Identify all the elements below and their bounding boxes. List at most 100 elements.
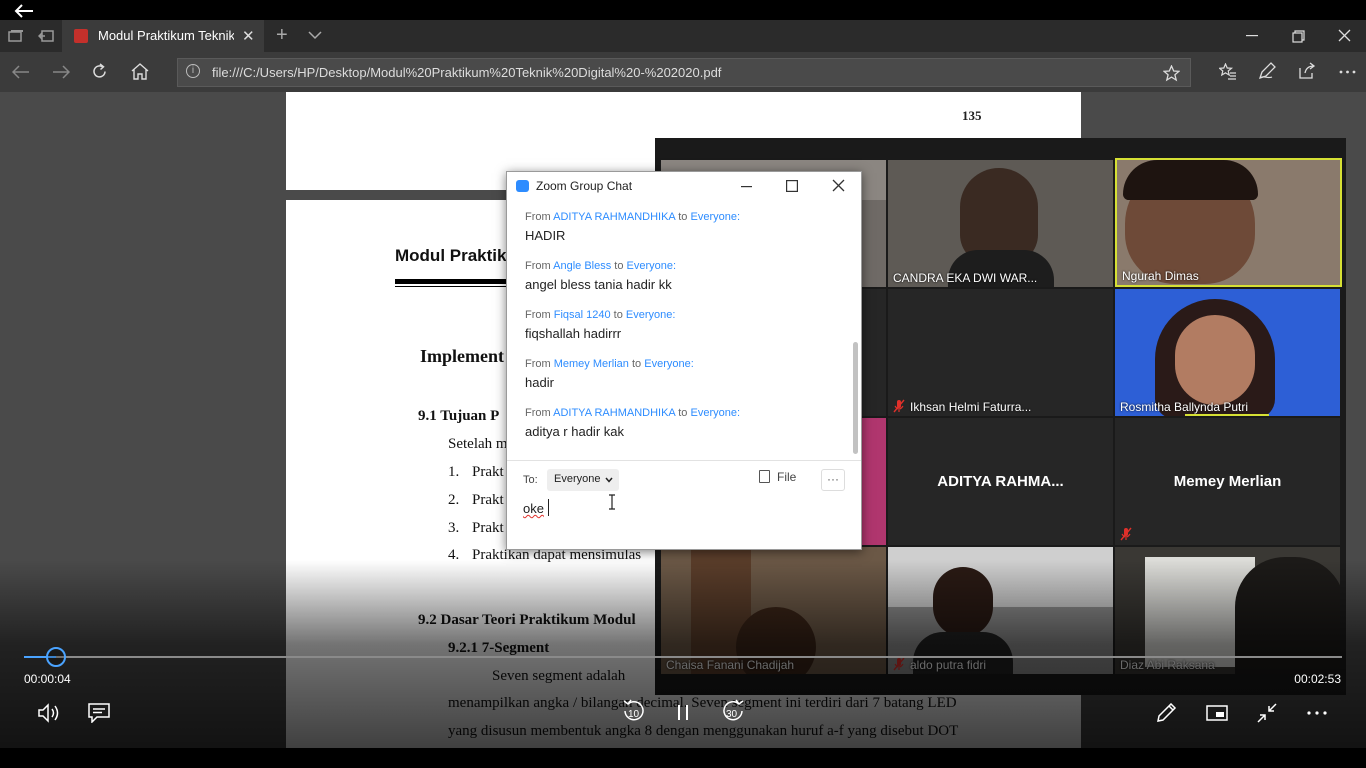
recipient-name[interactable]: Everyone: <box>627 260 677 272</box>
tab-active[interactable]: Modul Praktikum Teknik ✕ <box>62 20 264 52</box>
pen-notes-icon[interactable] <box>1258 62 1276 80</box>
exit-fullscreen-icon[interactable] <box>1257 703 1277 723</box>
participant-name: Diaz Abi Raksana <box>1120 658 1215 672</box>
chat-title-bar[interactable]: Zoom Group Chat <box>507 172 861 200</box>
chat-message: From ADITYA RAHMANDHIKA to Everyone: adi… <box>525 407 740 439</box>
muted-mic-icon <box>1120 527 1132 541</box>
participant-name: CANDRA EKA DWI WAR... <box>893 271 1038 285</box>
file-icon <box>759 470 770 483</box>
seek-bar[interactable] <box>24 656 1342 658</box>
tab-close-button[interactable]: ✕ <box>242 27 255 45</box>
pause-icon[interactable] <box>677 704 689 721</box>
pdf-icon <box>74 29 88 43</box>
video-tile[interactable]: Diaz Abi Raksana <box>1115 547 1340 674</box>
edit-pen-icon[interactable] <box>1156 703 1177 723</box>
video-tile[interactable]: Ikhsan Helmi Faturra... <box>888 289 1113 416</box>
participant-name: Ikhsan Helmi Faturra... <box>910 400 1032 414</box>
tab-preview-icon[interactable] <box>8 29 24 43</box>
tab-list-chevron-icon[interactable] <box>308 31 322 40</box>
video-tile[interactable]: Memey Merlian <box>1115 418 1340 545</box>
address-field[interactable]: i file:///C:/Users/HP/Desktop/Modul%20Pr… <box>177 58 1191 87</box>
restore-icon[interactable] <box>1292 30 1305 43</box>
from-word: From <box>525 407 551 419</box>
chat-message-list[interactable]: From ADITYA RAHMANDHIKA to Everyone: HAD… <box>507 202 851 458</box>
more-options-icon[interactable] <box>1307 711 1327 715</box>
recipient-name[interactable]: Everyone: <box>690 407 740 419</box>
window-close-icon[interactable] <box>1338 29 1351 42</box>
message-header: From Memey Merlian to Everyone: <box>525 358 694 370</box>
recipient-name[interactable]: Everyone: <box>690 211 740 223</box>
list-item: Prakt <box>472 492 504 508</box>
video-tile[interactable]: CANDRA EKA DWI WAR... <box>888 160 1113 287</box>
participant-name-center: Memey Merlian <box>1173 473 1282 490</box>
info-icon[interactable]: i <box>186 64 200 78</box>
video-tile[interactable]: ADITYA RAHMA... <box>888 418 1113 545</box>
subsection-heading: 9.2.1 7-Segment <box>448 640 550 656</box>
from-word: From <box>525 211 551 223</box>
paragraph-text: Seven segment adalah <box>492 668 626 684</box>
video-tile[interactable]: aldo putra fidri <box>888 547 1113 674</box>
nav-back-icon[interactable] <box>12 65 30 79</box>
from-word: From <box>525 260 551 272</box>
chat-minimize-icon[interactable] <box>741 186 752 188</box>
nav-forward-icon[interactable] <box>52 65 70 79</box>
set-tabs-aside-icon[interactable] <box>38 29 54 43</box>
refresh-icon[interactable] <box>91 63 108 80</box>
participant-name: Chaisa Fanani Chadijah <box>666 658 795 672</box>
sender-name[interactable]: Memey Merlian <box>554 358 629 370</box>
favorites-list-icon[interactable] <box>1219 63 1237 80</box>
participant-name: Rosmitha Ballynda Putri <box>1120 400 1249 414</box>
message-header: From Angle Bless to Everyone: <box>525 260 676 272</box>
muted-mic-icon <box>893 399 905 413</box>
message-header: From Fiqsal 1240 to Everyone: <box>525 309 675 321</box>
to-word: to <box>678 211 688 223</box>
paragraph-text: Setelah m <box>448 436 508 452</box>
more-options-button[interactable]: ··· <box>821 469 845 491</box>
list-num: 4. <box>448 547 460 563</box>
section-9-1-heading: 9.1 Tujuan P <box>418 408 500 424</box>
video-tile[interactable]: Rosmitha Ballynda Putri <box>1115 289 1340 416</box>
file-label: File <box>777 470 797 484</box>
sender-name[interactable]: ADITYA RAHMANDHIKA <box>553 211 675 223</box>
skip-back-button[interactable]: 10 <box>622 698 646 724</box>
sender-name[interactable]: Angle Bless <box>553 260 611 272</box>
chat-input[interactable]: oke <box>523 501 544 516</box>
browser-tab-bar: Modul Praktikum Teknik ✕ + <box>0 20 1366 52</box>
chapter-title: Implement <box>420 346 504 366</box>
paragraph-text: yang disusun membentuk angka 8 dengan me… <box>448 723 959 739</box>
back-arrow-icon[interactable] <box>14 4 34 18</box>
audio-level-indicator <box>1185 414 1269 416</box>
sender-name[interactable]: ADITYA RAHMANDHIKA <box>553 407 675 419</box>
share-icon[interactable] <box>1298 62 1316 80</box>
chevron-down-icon <box>605 477 613 483</box>
seek-thumb[interactable] <box>46 647 66 667</box>
new-tab-button[interactable]: + <box>276 24 288 47</box>
chat-close-icon[interactable] <box>832 179 845 192</box>
chat-maximize-icon[interactable] <box>786 180 798 192</box>
to-label: To: <box>523 474 538 486</box>
ibeam-cursor-icon <box>609 494 615 510</box>
section-9-2-heading: 9.2 Dasar Teori Praktikum Modul <box>418 612 636 628</box>
video-tile-active-speaker[interactable]: Ngurah Dimas <box>1115 158 1342 287</box>
favorite-star-icon[interactable] <box>1163 65 1180 82</box>
recipient-dropdown[interactable]: Everyone <box>547 469 619 491</box>
chat-message: From ADITYA RAHMANDHIKA to Everyone: HAD… <box>525 211 740 243</box>
settings-more-icon[interactable] <box>1339 70 1356 74</box>
to-word: to <box>613 309 623 321</box>
sender-name[interactable]: Fiqsal 1240 <box>554 309 611 321</box>
chat-scrollbar-thumb[interactable] <box>853 342 858 454</box>
to-word: to <box>678 407 688 419</box>
list-num: 3. <box>448 520 460 536</box>
subtitles-icon[interactable] <box>88 703 110 723</box>
recipient-name[interactable]: Everyone: <box>644 358 694 370</box>
file-button[interactable]: File <box>759 470 796 484</box>
participant-name-center: ADITYA RAHMA... <box>937 473 1064 490</box>
minimize-icon[interactable] <box>1246 35 1258 37</box>
home-icon[interactable] <box>131 63 149 80</box>
mini-view-icon[interactable] <box>1206 705 1228 721</box>
volume-icon[interactable] <box>37 703 61 723</box>
recipient-name[interactable]: Everyone: <box>626 309 676 321</box>
tab-title: Modul Praktikum Teknik <box>98 28 234 43</box>
video-tile[interactable]: Chaisa Fanani Chadijah <box>661 547 886 674</box>
skip-forward-button[interactable]: 30 <box>721 698 745 724</box>
